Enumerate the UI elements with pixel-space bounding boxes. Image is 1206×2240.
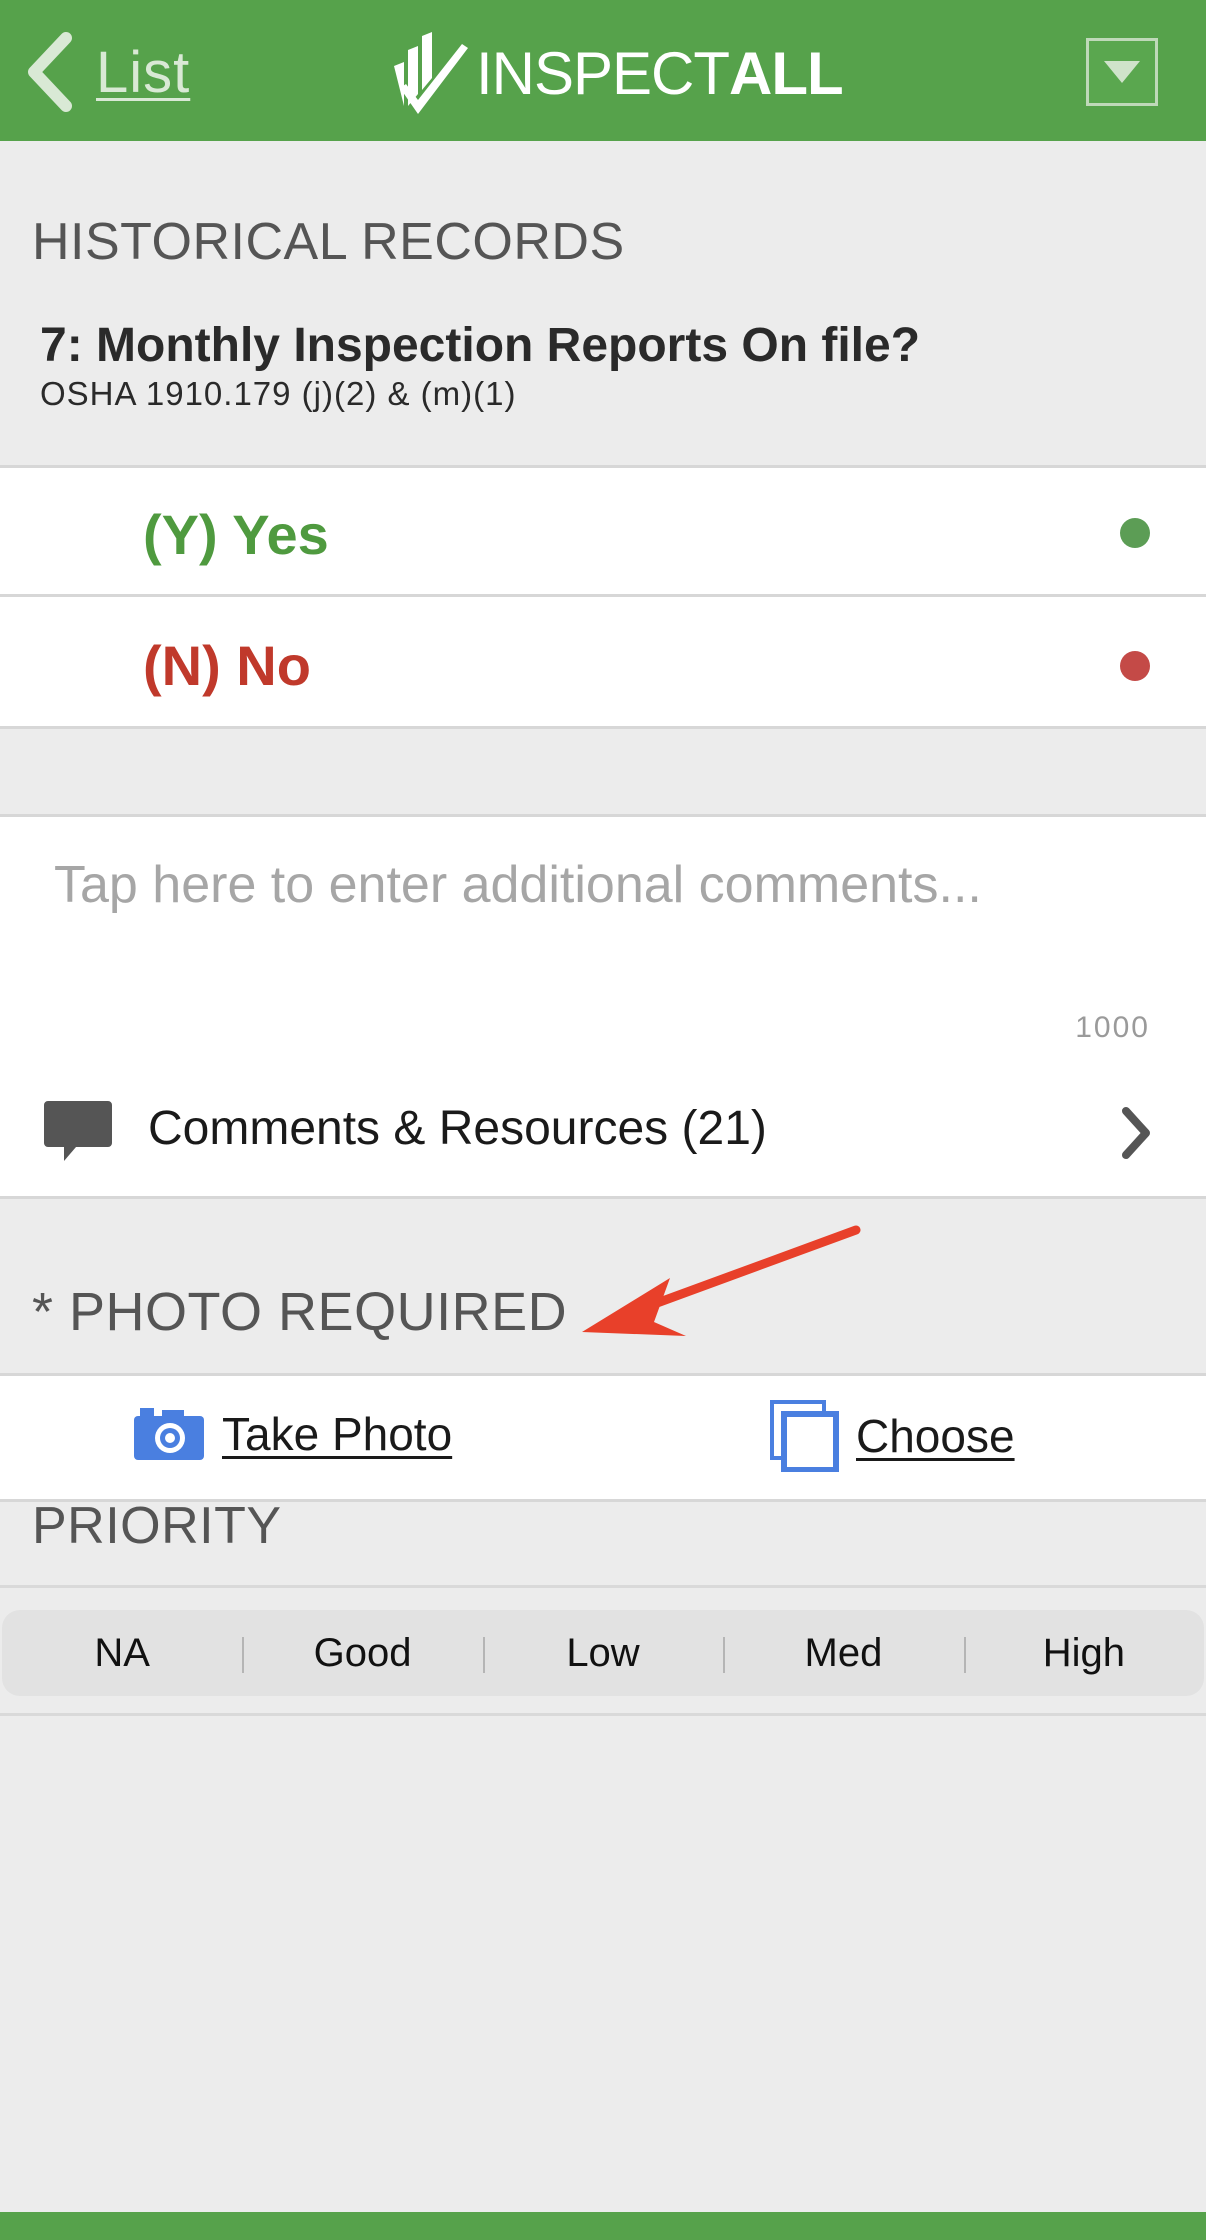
bottom-bar	[0, 2212, 1206, 2240]
back-label: List	[96, 39, 191, 105]
choose-label: Choose	[856, 1410, 1015, 1462]
chevron-right-icon	[1122, 1107, 1150, 1159]
section-title: HISTORICAL RECORDS	[32, 213, 625, 271]
inspectall-logo-icon	[394, 32, 468, 114]
answer-label-yes: (Y) Yes	[143, 503, 329, 566]
photo-actions-row: Take Photo Choose	[0, 1373, 1206, 1502]
back-button[interactable]: List	[22, 30, 190, 114]
priority-segmented-control: NA Good Low Med High	[2, 1610, 1204, 1696]
app-logo: INSPECTALL	[388, 28, 844, 118]
answer-option-yes[interactable]: (Y) Yes	[0, 465, 1206, 597]
camera-icon	[134, 1408, 204, 1460]
priority-option-high[interactable]: High	[963, 1631, 1204, 1676]
question-title: 7: Monthly Inspection Reports On file?	[40, 319, 921, 372]
triangle-down-icon	[1104, 61, 1140, 83]
answer-option-no[interactable]: (N) No	[0, 594, 1206, 729]
answer-label-no: (N) No	[143, 634, 311, 697]
priority-option-med[interactable]: Med	[723, 1631, 963, 1676]
choose-photo-button[interactable]: Choose	[770, 1400, 1015, 1472]
dropdown-menu-button[interactable]	[1086, 38, 1158, 106]
comments-textarea[interactable]: Tap here to enter additional comments...…	[0, 814, 1206, 1068]
take-photo-button[interactable]: Take Photo	[132, 1406, 452, 1462]
comments-placeholder: Tap here to enter additional comments...	[54, 856, 982, 914]
photo-required-label: * PHOTO REQUIRED	[32, 1282, 568, 1342]
comments-resources-row[interactable]: Comments & Resources (21)	[0, 1065, 1206, 1199]
comments-resources-label: Comments & Resources (21)	[148, 1102, 767, 1155]
priority-option-low[interactable]: Low	[482, 1631, 723, 1676]
chevron-left-icon	[28, 32, 72, 112]
app-header: List INSPECTALL	[0, 0, 1206, 141]
priority-option-good[interactable]: Good	[242, 1631, 482, 1676]
question-reference: OSHA 1910.179 (j)(2) & (m)(1)	[40, 375, 517, 412]
status-dot-red	[1120, 651, 1150, 681]
divider	[0, 1713, 1206, 1716]
status-dot-green	[1120, 518, 1150, 548]
priority-title: PRIORITY	[32, 1497, 282, 1555]
divider	[0, 1585, 1206, 1588]
logo-text: INSPECTALL	[476, 39, 844, 107]
take-photo-label: Take Photo	[222, 1408, 453, 1460]
gallery-icon	[770, 1400, 839, 1472]
character-counter: 1000	[1075, 1011, 1150, 1044]
priority-option-na[interactable]: NA	[2, 1631, 242, 1676]
annotation-arrow-icon	[582, 1225, 861, 1336]
speech-bubble-icon	[44, 1101, 112, 1161]
